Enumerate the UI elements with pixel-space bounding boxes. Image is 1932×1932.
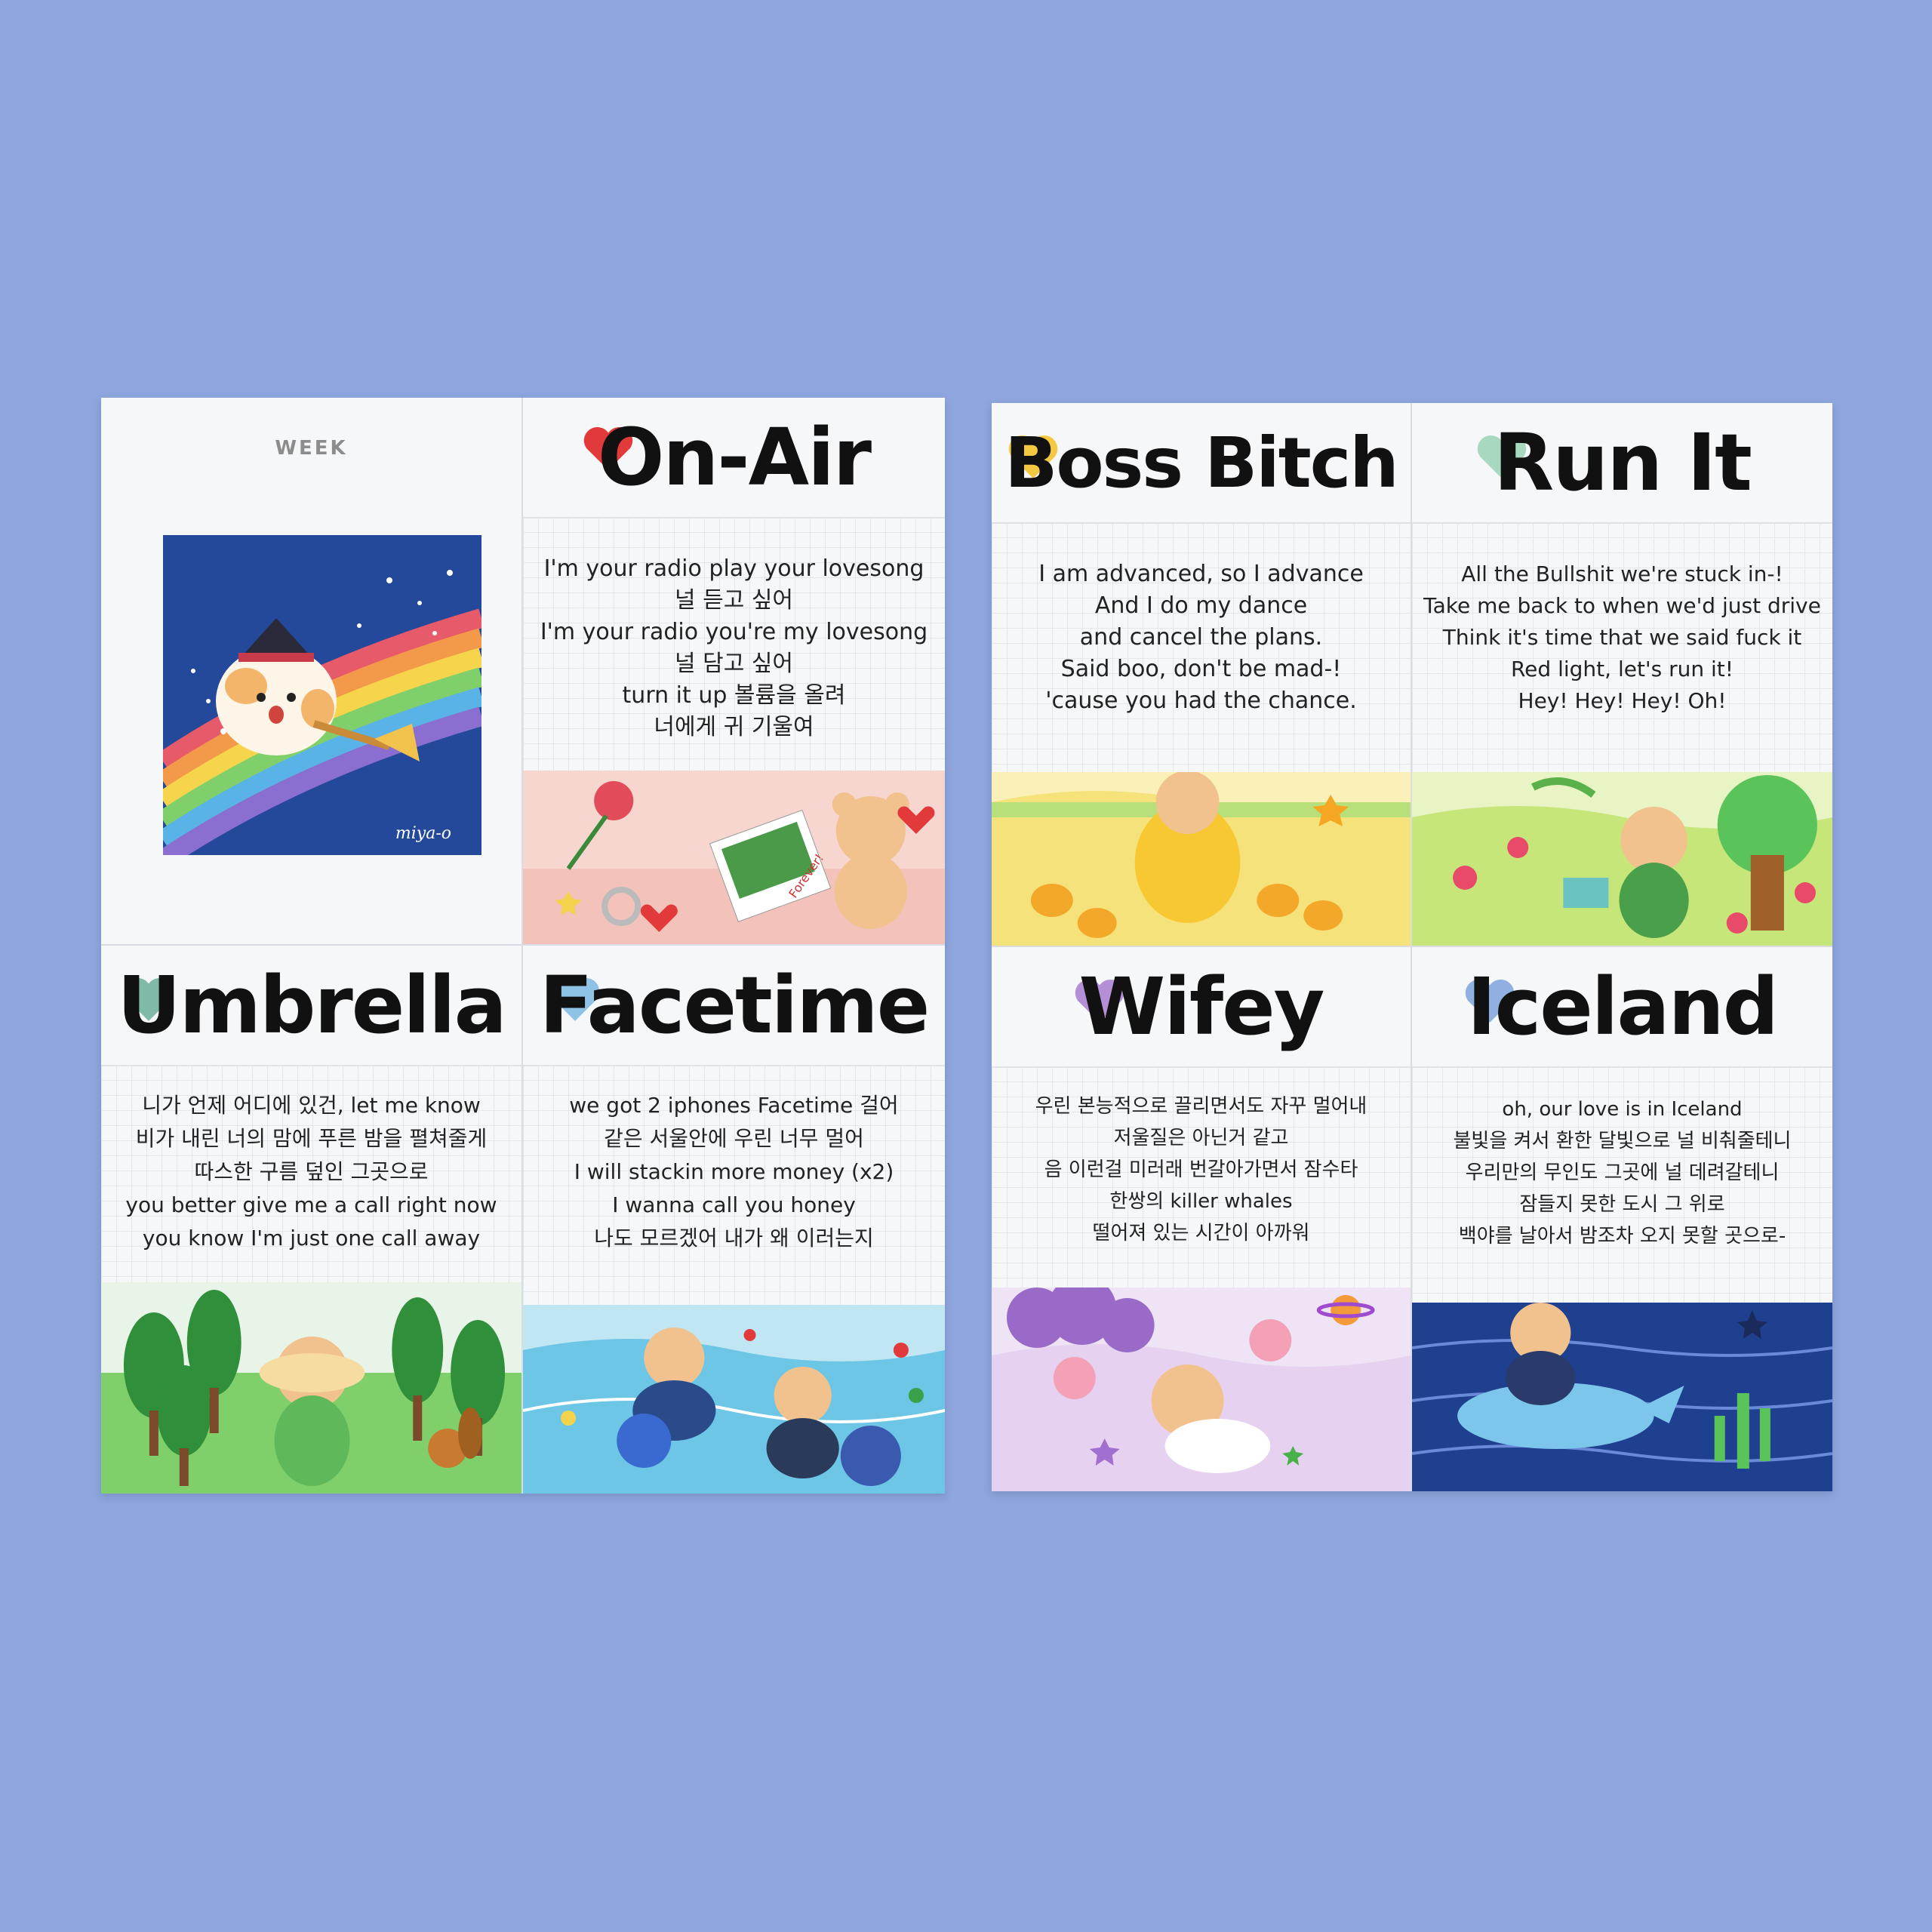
lyric-line: 나도 모르겠어 내가 왜 이러는지: [594, 1226, 874, 1251]
song-title: Iceland: [1466, 961, 1779, 1053]
song-title: Umbrella: [117, 959, 507, 1051]
song-card-wifey: Wifey 우린 본능적으로 끌리면서도 자꾸 멀어내 저울질은 아닌거 같고 …: [992, 947, 1412, 1491]
lyric-line: 저울질은 아닌거 같고: [1113, 1127, 1289, 1149]
lyric-line: 너에게 귀 기울여: [654, 714, 814, 740]
lyric-line: Said boo, don't be mad-!: [1060, 656, 1342, 682]
song-title: Wifey: [1078, 961, 1325, 1053]
lyrics: 니가 언제 어디에 있건, let me know 비가 내린 너의 맘에 푸른…: [101, 1089, 521, 1255]
lyric-line: 떨어져 있는 시간이 아까워: [1092, 1222, 1310, 1244]
song-card-umbrella: Umbrella 니가 언제 어디에 있건, let me know 비가 내린…: [101, 946, 523, 1494]
bear-icon: [1155, 772, 1220, 834]
cover-card: WEEK miya-o: [101, 398, 523, 946]
lyric-line: 한쌍의 killer whales: [1109, 1190, 1293, 1213]
lyric-line: I wanna call you honey: [612, 1192, 856, 1217]
lyric-line: 잠들지 못한 도시 그 위로: [1519, 1193, 1725, 1216]
lyric-line: All the Bullshit we're stuck in-!: [1461, 561, 1783, 586]
lyric-line: And I do my dance: [1094, 592, 1308, 619]
lyric-line: 우리만의 무인도 그곳에 널 데려갈테니: [1465, 1161, 1780, 1184]
lyric-line: 'cause you had the chance.: [1045, 688, 1357, 714]
lyric-line: Take me back to when we'd just drive: [1423, 593, 1821, 618]
title-bar: Umbrella: [101, 946, 521, 1066]
left-sheet: WEEK miya-o On-Air I'm your radio play y…: [101, 398, 945, 1494]
lyric-line: you know I'm just one call away: [142, 1226, 481, 1251]
lyric-line: Think it's time that we said fuck it: [1442, 625, 1802, 650]
lyric-line: 널 담고 싶어: [674, 651, 794, 677]
lyric-line: Red light, let's run it!: [1510, 657, 1734, 681]
lyric-line: you better give me a call right now: [125, 1192, 497, 1217]
lyric-line: 니가 언제 어디에 있건, let me know: [142, 1093, 481, 1118]
dream-sticker-scene: [992, 1287, 1411, 1491]
lyric-line: 백야를 날아서 밤조차 오지 못할 곳으로-: [1458, 1225, 1786, 1247]
song-card-on-air: On-Air I'm your radio play your lovesong…: [523, 398, 945, 946]
title-bar: On-Air: [523, 398, 945, 518]
title-bar: Run It: [1412, 403, 1832, 524]
on-air-sticker-scene: Forever!: [523, 771, 945, 944]
title-bar: Boss Bitch: [992, 403, 1411, 524]
lyric-line: I am advanced, so I advance: [1038, 561, 1364, 587]
lyric-line: and cancel the plans.: [1079, 624, 1323, 651]
lyric-line: oh, our love is in Iceland: [1502, 1098, 1743, 1121]
lyrics: 우린 본능적으로 끌리면서도 자꾸 멀어내 저울질은 아닌거 같고 음 이런걸 …: [992, 1091, 1411, 1249]
lyrics: I'm your radio play your lovesong 널 듣고 싶…: [523, 553, 945, 743]
lyric-line: we got 2 iphones Facetime 걸어: [569, 1093, 899, 1118]
lyrics: we got 2 iphones Facetime 걸어 같은 서울안에 우린 …: [523, 1089, 945, 1255]
lyric-line: 우린 본능적으로 끌리면서도 자꾸 멀어내: [1035, 1095, 1367, 1118]
song-card-boss-bitch: Boss Bitch I am advanced, so I advance A…: [992, 403, 1412, 947]
song-card-run-it: Run It All the Bullshit we're stuck in-!…: [1412, 403, 1832, 947]
lyric-line: 불빛을 켜서 환한 달빛으로 널 비춰줄테니: [1453, 1130, 1792, 1152]
song-card-facetime: Facetime we got 2 iphones Facetime 걸어 같은…: [523, 946, 945, 1494]
cover-illustration: miya-o: [163, 535, 481, 855]
forest-sticker-scene: [101, 1282, 521, 1494]
lyrics: All the Bullshit we're stuck in-! Take m…: [1412, 558, 1832, 717]
lyric-line: 음 이런걸 미러래 번갈아가면서 잠수타: [1044, 1158, 1358, 1181]
lyric-line: I'm your radio play your lovesong: [543, 555, 924, 582]
title-bar: Wifey: [992, 947, 1411, 1068]
lyrics: oh, our love is in Iceland 불빛을 켜서 환한 달빛으…: [1412, 1094, 1832, 1252]
watering-can-icon: [1563, 878, 1609, 908]
lyric-line: I will stackin more money (x2): [574, 1159, 894, 1184]
song-title: Boss Bitch: [1004, 422, 1399, 503]
title-bar: Iceland: [1412, 947, 1832, 1068]
week-label: WEEK: [275, 437, 348, 460]
ocean-sticker-scene: [1412, 1303, 1832, 1491]
song-title: On-Air: [597, 411, 872, 503]
right-sheet: Boss Bitch I am advanced, so I advance A…: [992, 403, 1832, 1491]
mango-sticker-scene: [992, 772, 1411, 946]
pool-sticker-scene: [523, 1305, 945, 1494]
lyric-line: 같은 서울안에 우린 너무 멀어: [604, 1126, 864, 1151]
garden-sticker-scene: [1412, 772, 1832, 946]
lyrics: I am advanced, so I advance And I do my …: [992, 558, 1411, 717]
song-title: Facetime: [539, 959, 931, 1051]
lyric-line: I'm your radio you're my lovesong: [540, 619, 928, 645]
song-title: Run It: [1494, 417, 1752, 509]
cover-signature: miya-o: [395, 824, 451, 843]
title-bar: Facetime: [523, 946, 945, 1066]
lyric-line: turn it up 볼륨을 올려: [622, 682, 846, 709]
song-card-iceland: Iceland oh, our love is in Iceland 불빛을 켜…: [1412, 947, 1832, 1491]
lyric-line: 비가 내린 너의 맘에 푸른 밤을 펼쳐줄게: [135, 1126, 488, 1151]
lyric-line: Hey! Hey! Hey! Oh!: [1518, 688, 1727, 713]
lyric-line: 따스한 구름 덮인 그곳으로: [194, 1159, 429, 1184]
lyric-line: 널 듣고 싶어: [674, 587, 794, 614]
